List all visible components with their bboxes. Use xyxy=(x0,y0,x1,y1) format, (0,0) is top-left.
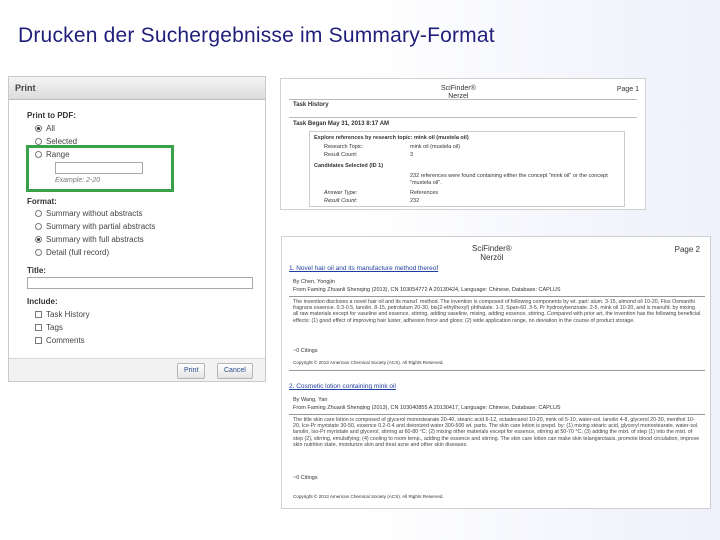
reference-author: By Wang, Yan xyxy=(293,397,328,403)
reference-abstract: The invention discloses a novel hair oil… xyxy=(293,299,701,324)
dialog-title: Print xyxy=(9,77,265,100)
explore-heading: Explore references by research topic: mi… xyxy=(314,135,469,141)
checkbox-label: Tags xyxy=(46,323,63,332)
scifinder-logo: SciFinder® Nerzöl xyxy=(472,244,512,262)
divider xyxy=(289,370,705,371)
logo-line1: SciFinder® xyxy=(441,85,476,92)
radio-summary-full-abstracts[interactable]: Summary with full abstracts xyxy=(35,235,144,244)
print-button[interactable]: Print xyxy=(177,363,206,379)
radio-indicator[interactable] xyxy=(35,249,42,256)
radio-indicator[interactable] xyxy=(35,210,42,217)
row-value: mink oil (mustela oil) xyxy=(410,144,461,150)
include-label: Include: xyxy=(27,297,58,306)
row-label: Result Count: xyxy=(324,152,358,158)
reference-copyright: Copyright © 2013 American Chemical Socie… xyxy=(293,494,444,499)
checkbox-label: Task History xyxy=(46,310,90,319)
checkbox-indicator[interactable] xyxy=(35,324,42,331)
reference-copyright: Copyright © 2013 American Chemical Socie… xyxy=(293,360,444,365)
result-count-label: Result Count: xyxy=(324,198,358,204)
divider xyxy=(289,414,705,415)
title-label: Title: xyxy=(27,266,46,275)
title-input[interactable] xyxy=(27,277,253,289)
logo-line1: SciFinder® xyxy=(472,244,512,253)
checkbox-label: Comments xyxy=(46,336,85,345)
radio-indicator[interactable] xyxy=(35,138,42,145)
radio-summary-partial-abstracts[interactable]: Summary with partial abstracts xyxy=(35,222,155,231)
task-history-page: SciFinder® Nerzel Page 1 Task History Ta… xyxy=(280,78,646,210)
print-dialog: Print Print to PDF: All Selected Range E… xyxy=(8,76,266,382)
page-number: Page 1 xyxy=(616,86,639,93)
candidates-heading: Candidates Selected (ID 1) xyxy=(314,163,384,169)
row-value: 3 xyxy=(410,152,414,158)
divider xyxy=(289,117,637,118)
row-label: Research Topic: xyxy=(324,144,364,150)
reference-author: By Chen, Yongjin xyxy=(293,279,335,285)
radio-label: Summary with full abstracts xyxy=(46,235,144,244)
radio-label: Summary with partial abstracts xyxy=(46,222,156,231)
result-count-value: 232 xyxy=(410,198,420,204)
checkbox-task-history[interactable]: Task History xyxy=(35,310,90,319)
divider xyxy=(289,99,637,100)
reference-abstract: The title skin care lotion is composed o… xyxy=(293,417,700,448)
reference-source: From Faming Zhuanli Shenqing (2013), CN … xyxy=(293,287,561,293)
slide-title: Drucken der Suchergebnisse im Summary-Fo… xyxy=(18,24,495,47)
answer-type-value: References xyxy=(410,190,439,196)
radio-indicator[interactable] xyxy=(35,125,42,132)
checkbox-comments[interactable]: Comments xyxy=(35,336,85,345)
page-number: Page 2 xyxy=(674,245,700,254)
radio-label: Detail (full record) xyxy=(46,248,110,257)
checkbox-indicator[interactable] xyxy=(35,311,42,318)
radio-label: All xyxy=(46,124,55,133)
logo-line2: Nerzöl xyxy=(480,253,504,262)
reference-citations: ~0 Citings xyxy=(293,475,318,481)
reference-title[interactable]: 2. Cosmetic lotion containing mink oil xyxy=(289,383,396,390)
checkbox-tags[interactable]: Tags xyxy=(35,323,63,332)
divider xyxy=(289,296,705,297)
task-history-heading: Task History xyxy=(293,102,329,108)
task-began: Task Began May 31, 2013 8:17 AM xyxy=(293,121,390,127)
checkbox-indicator[interactable] xyxy=(35,337,42,344)
task-details-box: Explore references by research topic: mi… xyxy=(309,131,625,207)
print-to-pdf-label: Print to PDF: xyxy=(27,111,76,120)
reference-source: From Faming Zhuanli Shenqing (2013), CN … xyxy=(293,405,561,411)
format-label: Format: xyxy=(27,197,57,206)
radio-indicator[interactable] xyxy=(35,223,42,230)
dialog-footer: Print Cancel xyxy=(9,358,265,381)
answer-type-label: Answer Type: xyxy=(324,190,358,196)
reference-citations: ~0 Citings xyxy=(293,348,318,354)
radio-detail-full-record[interactable]: Detail (full record) xyxy=(35,248,109,257)
radio-all[interactable]: All xyxy=(35,124,55,133)
summary-page: SciFinder® Nerzöl Page 2 1. Novel hair o… xyxy=(281,236,711,509)
reference-title[interactable]: 1. Novel hair oil and its manufacture me… xyxy=(289,265,438,272)
radio-summary-without-abstracts[interactable]: Summary without abstracts xyxy=(35,209,142,218)
radio-indicator[interactable] xyxy=(35,236,42,243)
radio-label: Summary without abstracts xyxy=(46,209,143,218)
cancel-button[interactable]: Cancel xyxy=(217,363,253,379)
candidates-text: 232 references were found containing eit… xyxy=(410,173,608,186)
range-highlight-box xyxy=(26,145,174,192)
